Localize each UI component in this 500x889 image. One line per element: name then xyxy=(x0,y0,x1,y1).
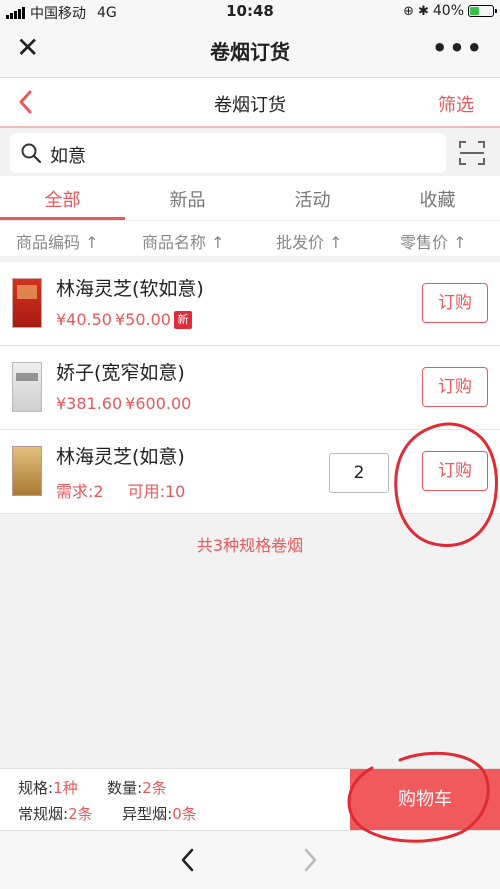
product-thumbnail xyxy=(12,362,42,412)
wholesale-price: ¥40.50 xyxy=(56,310,112,329)
page-header: 卷烟订货 筛选 xyxy=(0,78,500,128)
tab-new[interactable]: 新品 xyxy=(125,186,250,212)
spec-value: 1种 xyxy=(53,779,78,797)
product-name: 林海灵芝(软如意) xyxy=(56,278,204,300)
sort-name[interactable]: 商品名称 ↑ xyxy=(142,229,225,253)
tab-all[interactable]: 全部 xyxy=(0,186,125,212)
page-title: 卷烟订货 xyxy=(214,95,286,116)
count-value: 2条 xyxy=(142,779,167,797)
new-badge: 新 xyxy=(173,310,192,329)
wechat-title: 卷烟订货 xyxy=(210,40,290,64)
wechat-header: ✕ 卷烟订货 ••• xyxy=(0,22,500,78)
search-row: 如意 xyxy=(0,130,500,176)
more-icon[interactable]: ••• xyxy=(432,34,484,62)
sort-wholesale[interactable]: 批发价 ↑ xyxy=(276,229,343,253)
product-name: 林海灵芝(如意) xyxy=(56,446,185,468)
product-prices: ¥40.50 ¥50.00 新 xyxy=(56,310,192,329)
demand-label: 需求:2 xyxy=(56,482,104,501)
status-bar: 中国移动 4G 10:48 ⊕ ✱ 40% xyxy=(0,0,500,22)
battery-icon xyxy=(468,5,497,17)
filter-button[interactable]: 筛选 xyxy=(438,91,474,117)
product-prices: ¥381.60 ¥600.00 xyxy=(56,394,191,413)
product-stock: 需求:2 可用:10 xyxy=(56,478,185,502)
sort-row: 商品编码 ↑ 商品名称 ↑ 批发价 ↑ 零售价 ↑ xyxy=(0,220,500,256)
retail-price: ¥600.00 xyxy=(125,394,192,413)
chevron-left-icon[interactable] xyxy=(178,847,198,873)
available-label: 可用:10 xyxy=(127,482,186,501)
tab-promo[interactable]: 活动 xyxy=(250,186,375,212)
list-item: 林海灵芝(如意) 需求:2 可用:10 2 订购 xyxy=(0,430,500,514)
battery-percent: 40% xyxy=(432,3,464,19)
tab-bar: 全部 新品 活动 收藏 xyxy=(0,176,500,220)
summary-text: 共3种规格卷烟 xyxy=(196,536,304,555)
product-name: 娇子(宽窄如意) xyxy=(56,362,185,384)
quantity-input[interactable]: 2 xyxy=(329,453,389,493)
cart-stats: 规格:1种 数量:2条 常规烟:2条 异型烟:0条 xyxy=(18,775,197,827)
scan-icon[interactable] xyxy=(458,139,486,167)
order-button[interactable]: 订购 xyxy=(422,283,488,323)
list-item: 娇子(宽窄如意) ¥381.60 ¥600.00 订购 xyxy=(0,346,500,430)
product-thumbnail xyxy=(12,278,42,328)
order-button[interactable]: 订购 xyxy=(422,451,488,491)
retail-price: ¥50.00 xyxy=(114,310,171,329)
tab-favorites[interactable]: 收藏 xyxy=(375,186,500,212)
special-value: 0条 xyxy=(172,805,197,823)
cart-button[interactable]: 购物车 xyxy=(350,769,500,831)
sort-code[interactable]: 商品编码 ↑ xyxy=(16,229,99,253)
search-input[interactable]: 如意 xyxy=(10,133,446,173)
sort-retail[interactable]: 零售价 ↑ xyxy=(400,229,467,253)
special-label: 异型烟: xyxy=(122,805,173,823)
bluetooth-icon: ✱ xyxy=(417,3,429,19)
browser-nav-bar xyxy=(0,830,500,889)
search-value: 如意 xyxy=(50,146,86,167)
regular-value: 2条 xyxy=(68,805,93,823)
chevron-right-icon[interactable] xyxy=(300,847,320,873)
product-thumbnail xyxy=(12,446,42,496)
cart-summary-bar: 规格:1种 数量:2条 常规烟:2条 异型烟:0条 购物车 xyxy=(0,768,500,831)
wholesale-price: ¥381.60 xyxy=(56,394,123,413)
spec-label: 规格: xyxy=(18,779,54,797)
product-list: 林海灵芝(软如意) ¥40.50 ¥50.00 新 订购 娇子(宽窄如意) ¥3… xyxy=(0,262,500,514)
count-label: 数量: xyxy=(107,779,143,797)
rotation-lock-icon: ⊕ xyxy=(403,3,414,19)
regular-label: 常规烟: xyxy=(18,805,69,823)
order-button[interactable]: 订购 xyxy=(422,367,488,407)
list-item: 林海灵芝(软如意) ¥40.50 ¥50.00 新 订购 xyxy=(0,262,500,346)
search-icon xyxy=(21,143,42,164)
